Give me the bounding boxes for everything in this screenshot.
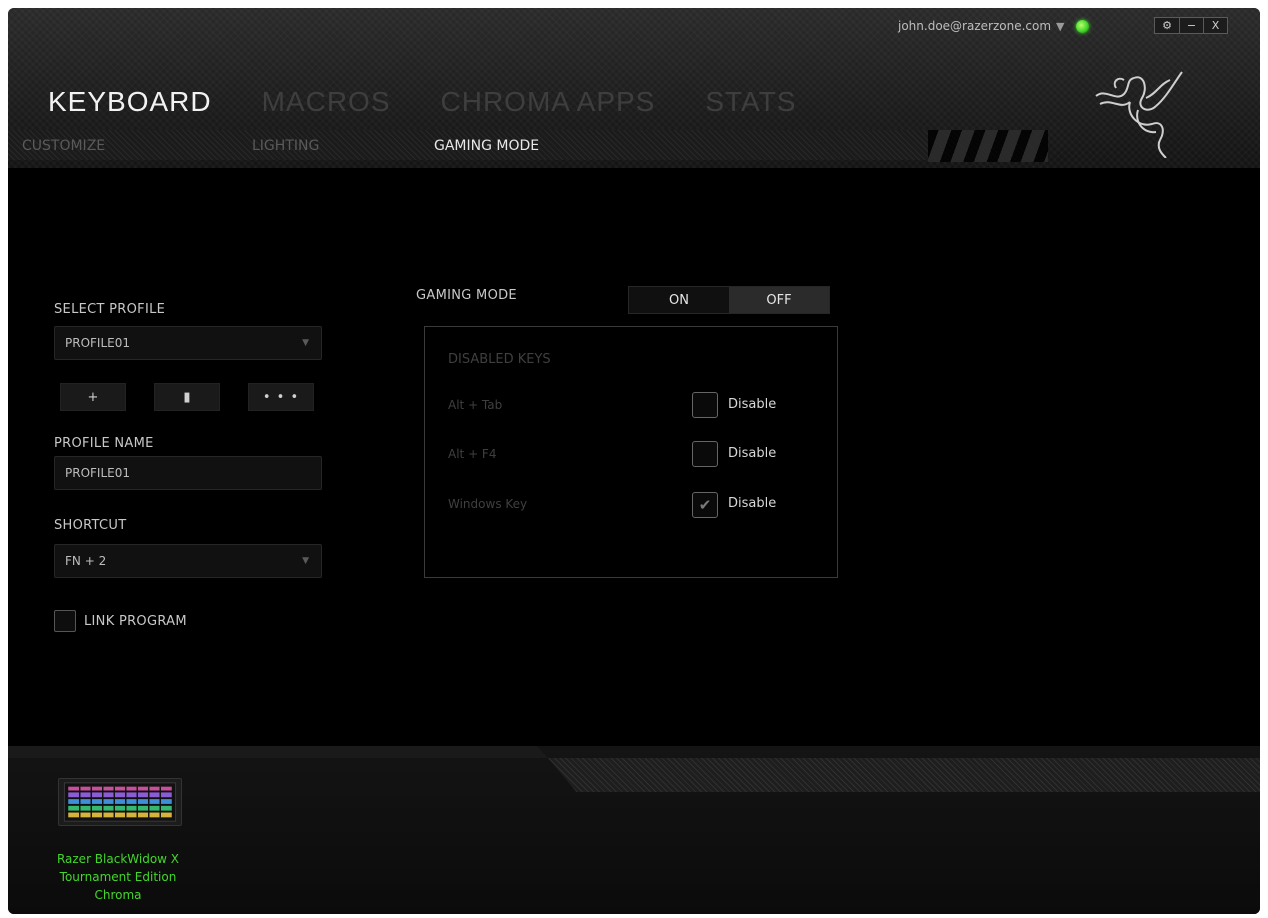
link-program-label: LINK PROGRAM — [84, 614, 187, 629]
more-options-button[interactable]: • • • — [248, 383, 314, 411]
select-profile-label: SELECT PROFILE — [54, 302, 166, 317]
key-alt-f4-label: Alt + F4 — [448, 447, 497, 461]
subtab-customize[interactable]: CUSTOMIZE — [22, 138, 105, 154]
disable-alt-f4-checkbox[interactable] — [692, 441, 718, 467]
add-profile-button[interactable]: + — [60, 383, 126, 411]
tab-keyboard[interactable]: KEYBOARD — [48, 86, 212, 118]
disable-alt-tab-checkbox[interactable] — [692, 392, 718, 418]
razer-synapse-window: john.doe@razerzone.com ▼ ⚙ − X KEYBOARD … — [8, 8, 1260, 914]
delete-profile-button[interactable]: ▮ — [154, 383, 220, 411]
razer-logo-icon — [1095, 71, 1183, 158]
disable-alt-f4-label: Disable — [728, 446, 777, 461]
account-email: john.doe@razerzone.com — [898, 19, 1052, 33]
link-program-checkbox[interactable] — [54, 610, 76, 632]
main-tabs: KEYBOARD MACROS CHROMA APPS STATS — [48, 86, 846, 118]
account-menu[interactable]: john.doe@razerzone.com ▼ — [898, 19, 1089, 33]
shortcut-value: FN + 2 — [65, 554, 107, 568]
key-alt-tab-label: Alt + Tab — [448, 398, 503, 412]
subtab-lighting[interactable]: LIGHTING — [252, 138, 319, 154]
chevron-down-icon: ▼ — [302, 556, 309, 566]
tab-stats[interactable]: STATS — [705, 86, 796, 118]
device-name: Razer BlackWidow X Tournament Edition Ch… — [38, 850, 198, 904]
device-name-line2: Tournament Edition — [59, 870, 177, 884]
chevron-down-icon: ▼ — [302, 338, 309, 348]
device-name-line1: Razer BlackWidow X — [56, 852, 180, 866]
disable-alt-tab-label: Disable — [728, 397, 777, 412]
subtab-gaming-mode[interactable]: GAMING MODE — [434, 138, 539, 154]
footer-texture — [548, 758, 1260, 792]
shortcut-select[interactable]: FN + 2 ▼ — [54, 544, 322, 578]
settings-icon[interactable]: ⚙ — [1155, 18, 1179, 33]
profile-name-value: PROFILE01 — [65, 466, 130, 480]
shortcut-label: SHORTCUT — [54, 518, 127, 533]
device-name-line3: Chroma — [94, 888, 142, 902]
online-status-icon — [1075, 19, 1089, 33]
gaming-mode-off-button[interactable]: OFF — [729, 287, 829, 313]
profile-name-label: PROFILE NAME — [54, 436, 154, 451]
tab-macros[interactable]: MACROS — [262, 86, 391, 118]
checkmark-icon: ✔ — [698, 496, 712, 514]
keyboard-device-image[interactable] — [58, 778, 182, 826]
disable-windows-key-label: Disable — [728, 496, 777, 511]
footer-edge — [8, 746, 548, 758]
profile-name-field[interactable]: PROFILE01 — [54, 456, 322, 490]
gaming-mode-label: GAMING MODE — [416, 288, 517, 303]
profile-select-value: PROFILE01 — [65, 336, 130, 350]
window-controls: ⚙ − X — [1154, 17, 1228, 34]
minimize-button[interactable]: − — [1179, 18, 1203, 33]
disable-windows-key-checkbox[interactable]: ✔ — [692, 492, 718, 518]
chevron-down-icon: ▼ — [1056, 19, 1065, 33]
profile-select[interactable]: PROFILE01 ▼ — [54, 326, 322, 360]
close-button[interactable]: X — [1203, 18, 1227, 33]
decorative-stripes — [928, 130, 1048, 162]
tab-chroma-apps[interactable]: CHROMA APPS — [441, 86, 656, 118]
gaming-mode-toggle: ON OFF — [628, 286, 830, 314]
disabled-keys-title: DISABLED KEYS — [448, 352, 551, 367]
gaming-mode-on-button[interactable]: ON — [629, 287, 729, 313]
key-windows-label: Windows Key — [448, 497, 528, 511]
